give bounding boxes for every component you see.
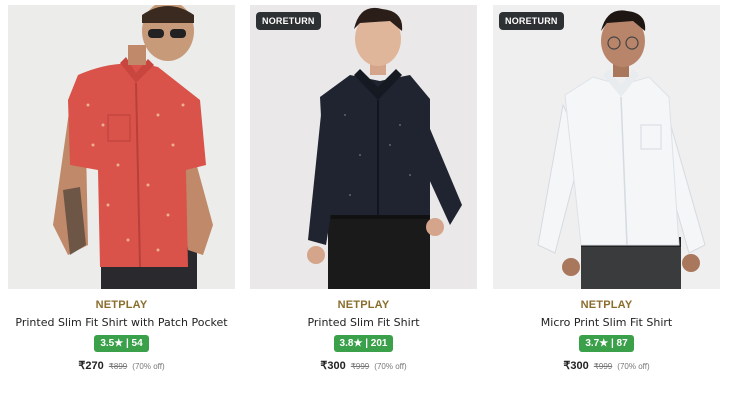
product-title[interactable]: Printed Slim Fit Shirt with Patch Pocket — [8, 316, 235, 329]
product-price: ₹300 — [563, 360, 589, 372]
product-mrp: ₹899 — [108, 362, 128, 371]
product-discount: (70% off) — [617, 362, 650, 371]
product-image[interactable]: NORETURN — [493, 5, 720, 289]
product-card[interactable]: NORETURN NETPLAY Printed Slim Fit Shirt … — [250, 5, 477, 372]
product-brand: NETPLAY — [337, 299, 390, 311]
rating-badge: 3.7★ | 87 — [579, 335, 634, 352]
product-brand: NETPLAY — [580, 299, 633, 311]
product-title[interactable]: Printed Slim Fit Shirt — [250, 316, 477, 329]
product-price: ₹300 — [320, 360, 346, 372]
noreturn-badge: NORETURN — [499, 12, 564, 30]
price-row: ₹300 ₹999 (70% off) — [493, 359, 720, 372]
product-discount: (70% off) — [132, 362, 165, 371]
product-mrp: ₹999 — [350, 362, 370, 371]
model-shirt-illustration — [53, 5, 213, 289]
rating-badge: 3.5★ | 54 — [94, 335, 149, 352]
product-card[interactable]: NORETURN NETPLAY Micro Print Slim Fit Sh… — [493, 5, 720, 372]
noreturn-badge: NORETURN — [256, 12, 321, 30]
product-title[interactable]: Micro Print Slim Fit Shirt — [493, 316, 720, 329]
price-row: ₹300 ₹999 (70% off) — [250, 359, 477, 372]
model-shirt-illustration — [307, 7, 462, 289]
product-brand: NETPLAY — [95, 299, 148, 311]
rating-badge: 3.8★ | 201 — [333, 335, 394, 352]
product-price: ₹270 — [78, 360, 104, 372]
product-image[interactable] — [8, 5, 235, 289]
price-row: ₹270 ₹899 (70% off) — [8, 359, 235, 372]
product-image[interactable]: NORETURN — [250, 5, 477, 289]
product-mrp: ₹999 — [593, 362, 613, 371]
product-discount: (70% off) — [374, 362, 407, 371]
model-shirt-illustration — [537, 10, 706, 289]
product-card[interactable]: NETPLAY Printed Slim Fit Shirt with Patc… — [8, 5, 235, 372]
